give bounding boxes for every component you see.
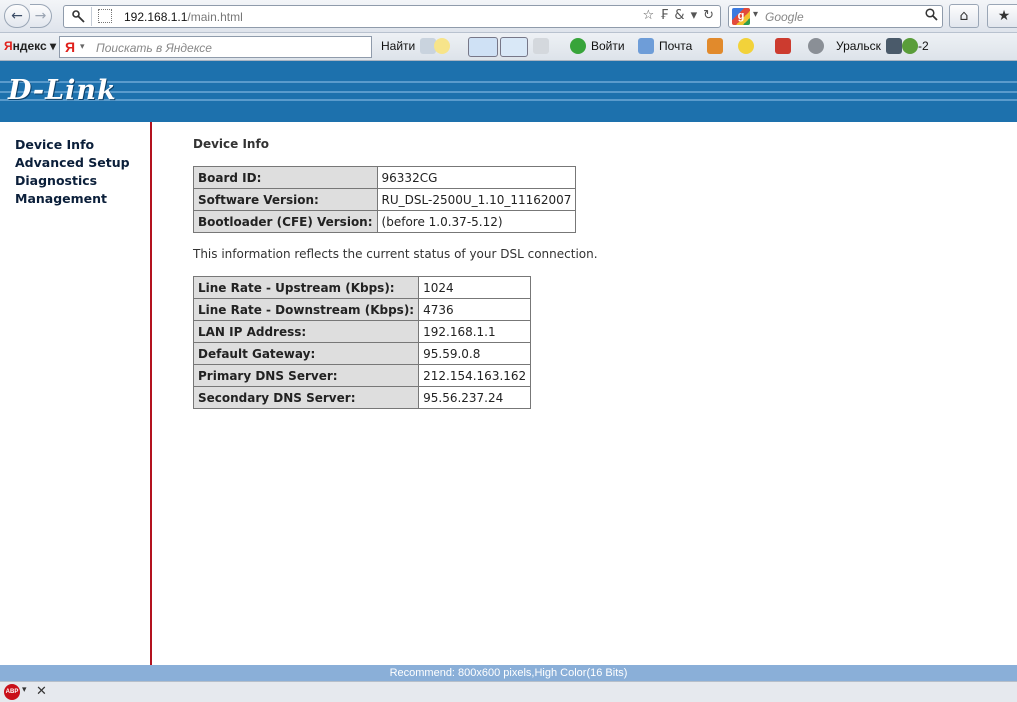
- yandex-brand-rest: ндекс: [12, 39, 47, 53]
- main-content: Device Info Board ID: 96332CG Software Ve…: [192, 122, 1013, 665]
- browser-navbar: ← → 192.168.1.1/main.html ☆ ₣ & ▾ ↻ g ▾ …: [0, 0, 1017, 33]
- weather-icon[interactable]: [886, 38, 902, 54]
- downstream-rate-label: Line Rate - Downstream (Kbps):: [192, 298, 420, 321]
- upstream-rate-label: Line Rate - Upstream (Kbps):: [192, 276, 420, 299]
- weather-city-label[interactable]: Уральск: [836, 39, 881, 53]
- sidebar-item-device-info[interactable]: Device Info: [0, 136, 150, 154]
- yandex-mail-button[interactable]: Почта: [659, 39, 692, 53]
- software-version-label: Software Version:: [193, 188, 378, 211]
- reload-icon[interactable]: ↻: [703, 8, 714, 23]
- secondary-dns-label: Secondary DNS Server:: [192, 386, 420, 409]
- umbrella-icon: [902, 38, 918, 54]
- mail-icon[interactable]: [638, 38, 654, 54]
- spellcheck-icon[interactable]: [468, 37, 498, 57]
- dlink-logo: D-Link: [8, 75, 117, 106]
- yandex-brand-first-letter: Я: [4, 39, 13, 53]
- lan-ip-value: 192.168.1.1: [418, 320, 532, 343]
- back-arrow-icon: ←: [11, 8, 23, 24]
- bookmark-star-icon[interactable]: ☆: [642, 8, 654, 23]
- header-stripe: [0, 81, 1017, 83]
- bootloader-version-label: Bootloader (CFE) Version:: [193, 210, 378, 233]
- google-logo-icon[interactable]: g: [732, 8, 750, 25]
- lan-ip-label: LAN IP Address:: [192, 320, 420, 343]
- search-input[interactable]: Google: [765, 10, 804, 24]
- page-favicon-placeholder: [98, 9, 112, 23]
- header-stripe: [0, 99, 1017, 101]
- yandex-search-input[interactable]: Я ▾ Поискать в Яндексе: [59, 36, 372, 58]
- table-row: Line Rate - Downstream (Kbps): 4736: [192, 298, 532, 321]
- adblock-plus-icon[interactable]: ABP: [4, 684, 20, 700]
- table-row: Primary DNS Server: 212.154.163.162: [192, 364, 532, 387]
- bookmarks-button[interactable]: ★: [987, 4, 1017, 28]
- speech-bubble-icon[interactable]: [434, 38, 450, 54]
- market-icon[interactable]: [707, 38, 723, 54]
- downstream-rate-value: 4736: [418, 298, 532, 321]
- sidebar-item-advanced-setup[interactable]: Advanced Setup: [0, 154, 150, 172]
- translate-toolbar-icon[interactable]: [500, 37, 528, 57]
- favorites-star-icon[interactable]: [738, 38, 754, 54]
- forward-button[interactable]: →: [30, 4, 52, 28]
- yandex-logo-icon: Я: [65, 39, 76, 55]
- table-row: Bootloader (CFE) Version: (before 1.0.37-…: [193, 210, 577, 233]
- table-row: Board ID: 96332CG: [193, 166, 577, 189]
- yandex-toolbar: Яндекс ▾ Я ▾ Поискать в Яндексе Найти Во…: [0, 33, 1017, 61]
- recommend-bar: Recommend: 800x600 pixels,High Color(16 …: [0, 665, 1017, 681]
- table-row: LAN IP Address: 192.168.1.1: [192, 320, 532, 343]
- bookmarks-box-icon[interactable]: [775, 38, 791, 54]
- translate-icon[interactable]: ₣: [660, 8, 668, 23]
- yandex-brand-menu[interactable]: Яндекс ▾: [4, 39, 56, 53]
- board-id-value: 96332CG: [376, 166, 577, 189]
- dropdown-arrow-icon[interactable]: ▾: [691, 8, 698, 23]
- yandex-find-button[interactable]: Найти: [381, 39, 415, 53]
- dlink-header: D-Link: [0, 61, 1017, 122]
- page-title: Device Info: [193, 137, 269, 151]
- table-row: Line Rate - Upstream (Kbps): 1024: [192, 276, 532, 299]
- home-icon: ⌂: [959, 8, 969, 24]
- yandex-dropdown-icon[interactable]: ▾: [80, 41, 85, 52]
- secondary-dns-value: 95.56.237.24: [418, 386, 532, 409]
- yandex-login-button[interactable]: Войти: [591, 39, 625, 53]
- upstream-rate-value: 1024: [418, 276, 532, 299]
- board-id-label: Board ID:: [193, 166, 378, 189]
- status-note: This information reflects the current st…: [193, 247, 598, 261]
- bootloader-version-value: (before 1.0.37-5.12): [376, 210, 577, 233]
- settings-gear-icon[interactable]: [808, 38, 824, 54]
- header-stripe: [0, 91, 1017, 93]
- sidebar-menu: Device Info Advanced Setup Diagnostics M…: [0, 136, 150, 208]
- back-button[interactable]: ←: [4, 4, 30, 28]
- weather-temperature: -2: [918, 39, 929, 53]
- login-key-icon[interactable]: [570, 38, 586, 54]
- url-host: 192.168.1.1: [124, 10, 188, 24]
- url-path: /main.html: [187, 10, 243, 24]
- bookmarks-icon: ★: [997, 8, 1011, 24]
- search-box[interactable]: g ▾ Google: [728, 5, 943, 28]
- sidebar-item-diagnostics[interactable]: Diagnostics: [0, 172, 150, 190]
- close-icon[interactable]: ✕: [36, 684, 47, 699]
- url-bar-icons: ☆ ₣ & ▾ ↻: [642, 8, 714, 23]
- forward-arrow-icon: →: [34, 8, 47, 24]
- dsl-status-table: Line Rate - Upstream (Kbps): 1024 Line Ra…: [192, 276, 532, 409]
- url-text[interactable]: 192.168.1.1/main.html: [124, 10, 243, 24]
- sidebar: Device Info Advanced Setup Diagnostics M…: [0, 122, 152, 665]
- address-bar[interactable]: 192.168.1.1/main.html ☆ ₣ & ▾ ↻: [63, 5, 721, 28]
- dictionary-icon[interactable]: [533, 38, 549, 54]
- yandex-search-placeholder: Поискать в Яндексе: [96, 41, 212, 55]
- primary-dns-label: Primary DNS Server:: [192, 364, 420, 387]
- ampersand-icon[interactable]: &: [674, 8, 684, 23]
- site-identity-icon[interactable]: [66, 7, 92, 26]
- search-magnifier-icon[interactable]: [925, 8, 938, 25]
- default-gateway-label: Default Gateway:: [192, 342, 420, 365]
- default-gateway-value: 95.59.0.8: [418, 342, 532, 365]
- table-row: Software Version: RU_DSL-2500U_1.10_11162…: [193, 188, 577, 211]
- browser-statusbar: ABP ▾ ✕: [0, 681, 1017, 702]
- software-version-value: RU_DSL-2500U_1.10_11162007: [376, 188, 577, 211]
- home-button[interactable]: ⌂: [949, 4, 979, 28]
- board-info-table: Board ID: 96332CG Software Version: RU_DSL…: [193, 166, 577, 233]
- adblock-dropdown-icon[interactable]: ▾: [22, 685, 27, 695]
- primary-dns-value: 212.154.163.162: [418, 364, 532, 387]
- search-engine-dropdown-icon[interactable]: ▾: [753, 9, 758, 20]
- table-row: Default Gateway: 95.59.0.8: [192, 342, 532, 365]
- sidebar-item-management[interactable]: Management: [0, 190, 150, 208]
- table-row: Secondary DNS Server: 95.56.237.24: [192, 386, 532, 409]
